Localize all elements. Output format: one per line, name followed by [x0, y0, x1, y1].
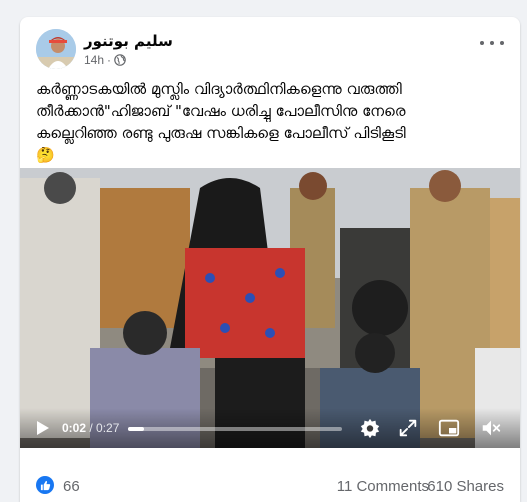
progress-fill [128, 427, 144, 431]
pip-icon[interactable] [438, 417, 460, 439]
like-icon[interactable] [36, 476, 54, 494]
thumbs-up-icon [40, 480, 50, 490]
volume-icon[interactable] [480, 417, 502, 439]
avatar[interactable] [36, 29, 76, 69]
post-meta: 14h · [84, 53, 126, 67]
post-header: سليم بوتنور 14h · [20, 17, 520, 69]
play-icon[interactable] [36, 420, 50, 436]
video-player[interactable]: 0:02 / 0:27 [20, 168, 520, 448]
shares-count[interactable]: 610 Shares [427, 478, 504, 495]
settings-icon[interactable] [359, 417, 381, 439]
caption-line: തീർക്കാൻ"ഹിജാബ് "വേഷം ധരിച്ചു പോലീസിനു ന… [36, 102, 406, 120]
like-count[interactable]: 66 [63, 478, 80, 495]
duration: / 0:27 [89, 421, 120, 435]
video-controls: 0:02 / 0:27 [20, 408, 520, 448]
post-caption: കർണ്ണാടകയിൽ മുസ്ലിം വിദ്യാർത്ഥിനികളെന്നു… [36, 78, 514, 166]
globe-icon [114, 54, 126, 66]
caption-emoji: 🤔 [36, 146, 55, 164]
video-frame [20, 168, 520, 448]
video-time: 0:02 / 0:27 [62, 421, 119, 435]
post-card: سليم بوتنور 14h · കർണ്ണാടകയിൽ മുസ്ലിം വി… [20, 17, 520, 502]
comments-count[interactable]: 11 Comments [337, 478, 429, 495]
reaction-bar: 66 11 Comments 610 Shares [20, 448, 520, 502]
caption-line: കർണ്ണാടകയിൽ മുസ്ലിം വിദ്യാർത്ഥിനികളെന്നു… [36, 80, 402, 98]
progress-bar[interactable] [128, 427, 342, 431]
caption-line: കല്ലെറിഞ്ഞ രണ്ടു പുരുഷ സങ്കികളെ പോലീസ് പ… [36, 124, 406, 142]
more-options-icon[interactable] [480, 37, 504, 49]
author-name[interactable]: سليم بوتنور [84, 32, 173, 50]
post-time[interactable]: 14h [84, 53, 104, 67]
fullscreen-icon[interactable] [397, 417, 419, 439]
current-time: 0:02 [62, 421, 87, 435]
